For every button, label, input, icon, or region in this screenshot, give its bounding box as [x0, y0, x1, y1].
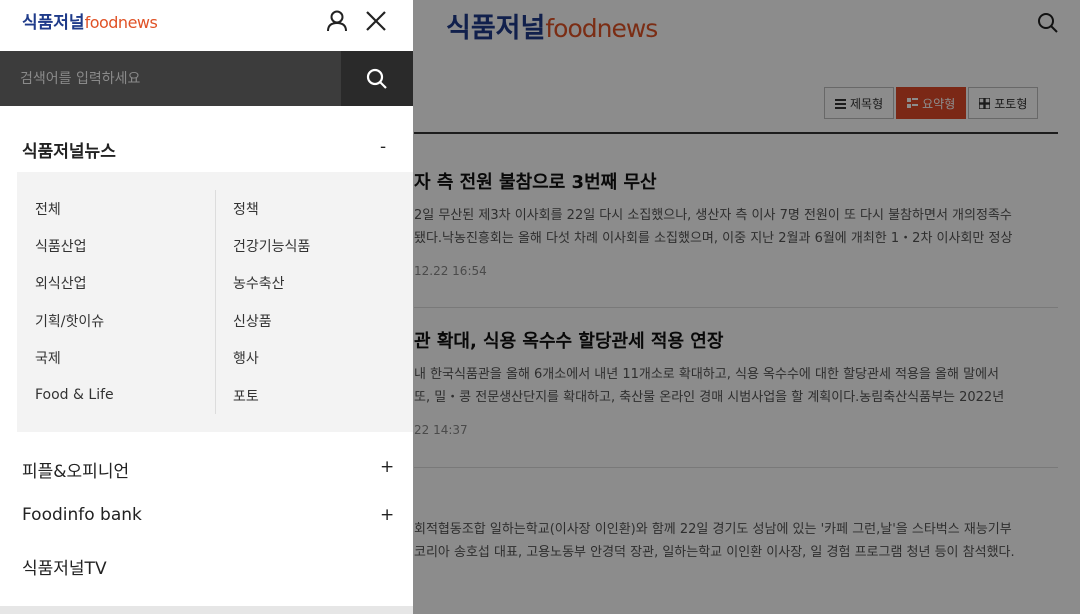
drawer-bottom-bar: [0, 606, 413, 614]
drawer-logo-en: foodnews: [84, 13, 158, 32]
close-icon[interactable]: [364, 9, 388, 33]
menu-section-people[interactable]: 피플&오피니언: [22, 457, 129, 482]
submenu-item-events[interactable]: 행사: [233, 348, 259, 368]
submenu-item-agri[interactable]: 농수축산: [233, 273, 285, 293]
drawer-logo-ko: 식품저널: [22, 13, 85, 33]
collapse-toggle[interactable]: -: [380, 137, 386, 157]
submenu-item-health-food[interactable]: 건강기능식품: [233, 236, 310, 256]
submenu-item-all[interactable]: 전체: [35, 199, 61, 219]
menu-section-news[interactable]: 식품저널뉴스: [22, 137, 116, 162]
search-button[interactable]: [341, 51, 413, 106]
menu-section-foodinfo[interactable]: Foodinfo bank: [22, 505, 142, 525]
expand-toggle[interactable]: +: [380, 505, 394, 525]
submenu-item-feature[interactable]: 기획/핫이슈: [35, 311, 104, 331]
news-submenu: 전체 식품산업 외식산업 기획/핫이슈 국제 Food & Life 정책 건강…: [17, 172, 413, 432]
submenu-divider: [215, 190, 216, 414]
submenu-item-international[interactable]: 국제: [35, 348, 61, 368]
drawer-search-bar: [0, 51, 413, 106]
drawer-logo[interactable]: 식품저널foodnews: [22, 8, 158, 33]
drawer-header: 식품저널foodnews: [0, 0, 413, 51]
submenu-item-food-service[interactable]: 외식산업: [35, 273, 87, 293]
submenu-item-food-industry[interactable]: 식품산업: [35, 236, 87, 256]
submenu-item-food-life[interactable]: Food & Life: [35, 387, 114, 403]
search-input[interactable]: [0, 51, 341, 106]
user-icon[interactable]: [326, 9, 348, 33]
menu-section-tv[interactable]: 식품저널TV: [22, 554, 107, 579]
side-menu-drawer: 식품저널foodnews 식품저널뉴스 - 전체 식품산업 외식산업 기획/핫이…: [0, 0, 413, 614]
submenu-item-photo[interactable]: 포토: [233, 386, 259, 406]
search-icon: [366, 68, 387, 89]
submenu-item-new-products[interactable]: 신상품: [233, 311, 272, 331]
expand-toggle[interactable]: +: [380, 457, 394, 477]
submenu-item-policy[interactable]: 정책: [233, 199, 259, 219]
